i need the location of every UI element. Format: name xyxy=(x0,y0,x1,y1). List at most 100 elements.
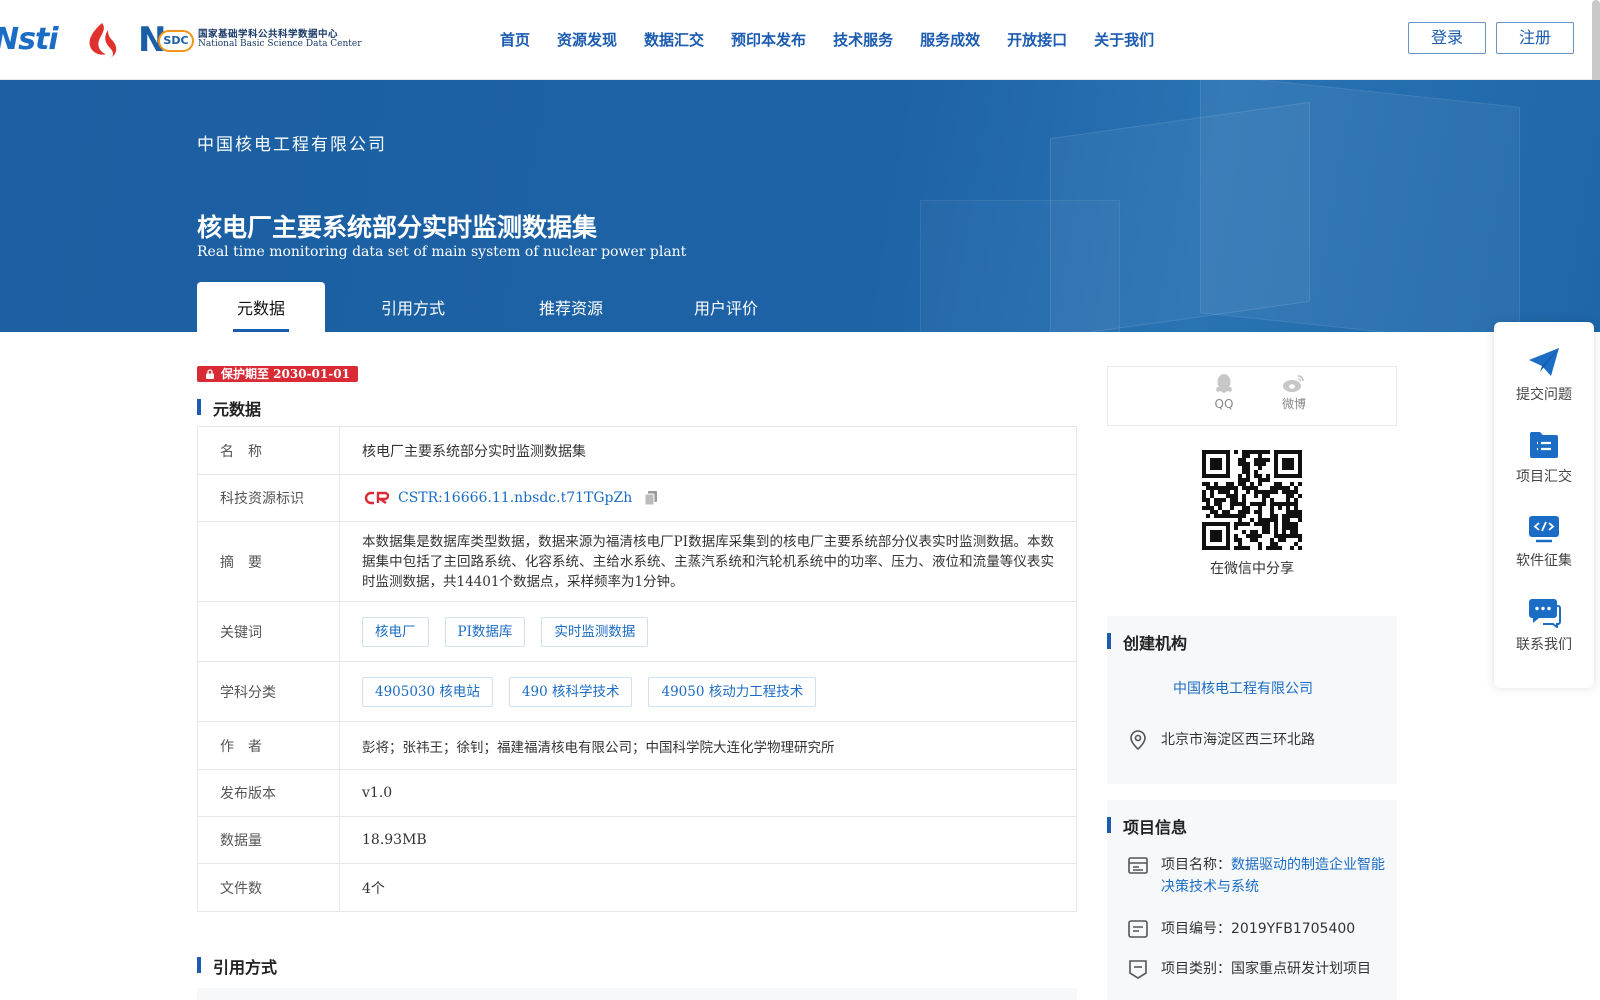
qq-icon xyxy=(1216,374,1232,393)
keyword-tag[interactable]: PI数据库 xyxy=(444,616,526,647)
float-label: 软件征集 xyxy=(1516,553,1572,569)
project-number-icon xyxy=(1128,920,1148,938)
tab-recommended[interactable]: 推荐资源 xyxy=(501,282,641,332)
share-weibo-button[interactable]: 微博 xyxy=(1274,373,1314,412)
dataset-title: 核电厂主要系统部分实时监测数据集 xyxy=(197,213,598,242)
table-row: 作 者 彭将；张祎王；徐钊；福建福清核电有限公司；中国科学院大连化学物理研究所 xyxy=(198,722,1076,770)
chat-bubble-icon xyxy=(1529,599,1561,628)
paper-plane-icon xyxy=(1529,348,1559,376)
share-qq-label: QQ xyxy=(1214,397,1234,411)
meta-key-size: 数据量 xyxy=(198,817,340,863)
float-project-submit[interactable]: 项目汇交 xyxy=(1494,430,1594,486)
nav-about[interactable]: 关于我们 xyxy=(1094,29,1154,50)
nsdc-logo[interactable]: N SDC 国家基础学科公共科学数据中心 National Basic Scie… xyxy=(136,20,362,60)
wechat-qr-code xyxy=(1202,450,1302,550)
org-card: 创建机构 中国核电工程有限公司 北京市海淀区西三环北路 xyxy=(1107,616,1397,784)
nav-service-results[interactable]: 服务成效 xyxy=(920,29,980,50)
project-name-icon xyxy=(1128,857,1148,874)
copy-icon[interactable] xyxy=(644,490,658,506)
keyword-tag[interactable]: 核电厂 xyxy=(362,616,429,647)
metadata-table: 名 称 核电厂主要系统部分实时监测数据集 科技资源标识 CSTR:16666.1… xyxy=(197,426,1077,912)
main-nav: 首页 资源发现 数据汇交 预印本发布 技术服务 服务成效 开放接口 关于我们 xyxy=(500,0,1181,78)
project-type-icon xyxy=(1129,960,1147,979)
cstr-link[interactable]: CSTR:16666.11.nbsdc.t71TGpZh xyxy=(398,490,632,506)
keyword-tag[interactable]: 实时监测数据 xyxy=(541,616,649,647)
dataset-tabs: 元数据 引用方式 推荐资源 用户评价 xyxy=(197,282,811,332)
meta-key-subject: 学科分类 xyxy=(198,662,340,721)
red-brand-logo-icon[interactable] xyxy=(80,20,120,60)
meta-value-files: 4个 xyxy=(362,880,385,897)
citation-box xyxy=(197,988,1077,1000)
tab-metadata[interactable]: 元数据 xyxy=(197,282,325,332)
share-qq-button[interactable]: QQ xyxy=(1204,373,1244,411)
lock-icon xyxy=(206,369,214,379)
location-pin-icon xyxy=(1130,730,1146,751)
meta-key-name: 名 称 xyxy=(198,427,340,474)
meta-key-keywords: 关键词 xyxy=(198,602,340,661)
section-title-citation: 引用方式 xyxy=(197,954,277,978)
code-monitor-icon xyxy=(1529,516,1559,543)
cstr-logo-icon xyxy=(364,491,390,505)
project-type-label: 项目类别： xyxy=(1161,961,1231,977)
org-address: 北京市海淀区西三环北路 xyxy=(1161,732,1315,748)
nav-tech-service[interactable]: 技术服务 xyxy=(833,29,893,50)
share-box: QQ 微博 xyxy=(1107,366,1397,426)
site-header: Nsti N SDC 国家基础学科公共科学数据中心 National Basic… xyxy=(0,0,1600,80)
project-type-value: 国家重点研发计划项目 xyxy=(1231,961,1371,977)
table-row: 文件数 4个 xyxy=(198,864,1076,911)
meta-value-abstract: 本数据集是数据库类型数据，数据来源为福清核电厂PI数据库采集到的核电厂主要系统部… xyxy=(362,533,1054,590)
share-weibo-label: 微博 xyxy=(1281,397,1306,411)
float-label: 提交问题 xyxy=(1516,387,1572,403)
nsdc-logo-badge: SDC xyxy=(158,30,194,52)
meta-value-name: 核电厂主要系统部分实时监测数据集 xyxy=(362,443,586,460)
table-row: 名 称 核电厂主要系统部分实时监测数据集 xyxy=(198,427,1076,475)
float-label: 联系我们 xyxy=(1516,637,1572,653)
meta-key-cstr: 科技资源标识 xyxy=(198,475,340,521)
meta-value-author: 彭将；张祎王；徐钊；福建福清核电有限公司；中国科学院大连化学物理研究所 xyxy=(362,739,835,756)
floating-toolbar: 提交问题 项目汇交 软件征集 联系我们 xyxy=(1494,322,1594,688)
meta-value-version: v1.0 xyxy=(362,785,393,801)
register-button[interactable]: 注册 xyxy=(1496,22,1574,54)
nav-home[interactable]: 首页 xyxy=(500,29,530,50)
meta-value-size: 18.93MB xyxy=(362,832,427,848)
dataset-title-en: Real time monitoring data set of main sy… xyxy=(197,244,687,260)
protection-badge: 保护期至 2030-01-01 xyxy=(197,366,358,382)
nav-open-api[interactable]: 开放接口 xyxy=(1007,29,1067,50)
float-label: 项目汇交 xyxy=(1516,469,1572,485)
section-title-metadata: 元数据 xyxy=(197,396,261,420)
project-number-label: 项目编号： xyxy=(1161,921,1231,937)
table-row: 学科分类 4905030 核电站 490 核科学技术 49050 核动力工程技术 xyxy=(198,662,1076,722)
table-row: 关键词 核电厂 PI数据库 实时监测数据 xyxy=(198,602,1076,662)
table-row: 发布版本 v1.0 xyxy=(198,770,1076,817)
tab-user-reviews[interactable]: 用户评价 xyxy=(641,282,811,332)
float-contact-us[interactable]: 联系我们 xyxy=(1494,598,1594,654)
meta-key-author: 作 者 xyxy=(198,722,340,769)
folder-list-icon xyxy=(1530,432,1558,458)
nav-data-submission[interactable]: 数据汇交 xyxy=(644,29,704,50)
subject-tag[interactable]: 4905030 核电站 xyxy=(362,676,493,707)
project-name-label: 项目名称： xyxy=(1161,857,1231,873)
org-card-title: 创建机构 xyxy=(1107,630,1187,654)
nav-resource-discovery[interactable]: 资源发现 xyxy=(557,29,617,50)
subject-tag[interactable]: 49050 核动力工程技术 xyxy=(648,676,817,707)
meta-key-version: 发布版本 xyxy=(198,770,340,816)
meta-key-files: 文件数 xyxy=(198,864,340,911)
meta-key-abstract: 摘 要 xyxy=(198,522,340,601)
banner-org: 中国核电工程有限公司 xyxy=(197,135,387,155)
nav-preprint[interactable]: 预印本发布 xyxy=(731,29,806,50)
nsti-logo[interactable]: Nsti xyxy=(0,22,59,57)
subject-tag[interactable]: 490 核科学技术 xyxy=(508,676,633,707)
project-card: 项目信息 项目名称：数据驱动的制造企业智能决策技术与系统 项目编号：2019YF… xyxy=(1107,800,1397,1000)
float-software-collect[interactable]: 软件征集 xyxy=(1494,514,1594,570)
float-submit-question[interactable]: 提交问题 xyxy=(1494,346,1594,404)
nsdc-logo-en: National Basic Science Data Center xyxy=(198,39,362,50)
project-card-title: 项目信息 xyxy=(1107,814,1187,838)
project-number-value: 2019YFB1705400 xyxy=(1231,921,1356,937)
table-row: 科技资源标识 CSTR:16666.11.nbsdc.t71TGpZh xyxy=(198,475,1076,522)
login-button[interactable]: 登录 xyxy=(1408,22,1486,54)
weibo-icon xyxy=(1283,375,1304,392)
table-row: 摘 要 本数据集是数据库类型数据，数据来源为福清核电厂PI数据库采集到的核电厂主… xyxy=(198,522,1076,602)
org-link[interactable]: 中国核电工程有限公司 xyxy=(1173,678,1313,698)
tab-citation[interactable]: 引用方式 xyxy=(325,282,501,332)
table-row: 数据量 18.93MB xyxy=(198,817,1076,864)
